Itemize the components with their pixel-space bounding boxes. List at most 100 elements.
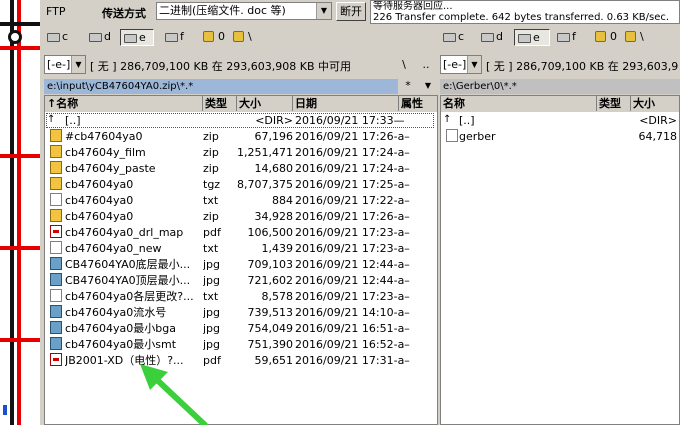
column-type[interactable]: 类型 [597,96,631,111]
file-date: 2016/09/21 17:24-a– [295,162,410,175]
drive-d-button[interactable]: d [478,29,512,46]
file-row[interactable]: cb47604ya0_drl_map pdf 106,500 2016/09/21 1… [45,225,437,241]
file-row[interactable]: cb47604ya0最小smt jpg 751,390 2016/09/21 16:5… [45,337,437,353]
file-row[interactable]: cb47604ya0_new txt 1,439 2016/09/21 17:23-a… [45,241,437,257]
left-file-list[interactable]: ↑名称 类型 大小 日期 属性 ↑ [..] <DIR> 2016/09/21 17:… [44,95,438,425]
file-row[interactable]: CB47604YA0底层最小... jpg 709,103 2016/09/21 12… [45,257,437,273]
drawing-line [0,22,40,26]
file-name: #cb47604ya0 [65,130,143,143]
pdf-file-icon [50,225,62,238]
transfer-mode-select[interactable]: 二进制(压缩文件. doc 等) ▼ [156,2,332,20]
file-size: <DIR> [639,114,677,127]
file-row[interactable]: cb47604ya0各层更改?... txt 8,578 2016/09/21 17:… [45,289,437,305]
drive-e-button[interactable]: e [514,29,550,46]
file-name: [..] [459,114,475,127]
file-row[interactable]: cb47604y_film zip 1,251,471 2016/09/21 17:2… [45,145,437,161]
file-size: 754,049 [247,322,294,335]
file-row[interactable]: cb47604ya0 zip 34,928 2016/09/21 17:26-a– [45,209,437,225]
chevron-down-icon[interactable]: ▼ [418,77,438,95]
drive-select[interactable]: [-e-] ▼ [44,55,86,74]
jpg-file-icon [50,337,62,350]
drive-select-value: [-e-] [443,58,467,71]
file-name: [..] [65,114,81,127]
drive-select[interactable]: [-e-] ▼ [440,55,482,74]
file-date: 2016/09/21 17:23-a– [295,242,410,255]
file-name: cb47604ya0最小smt [65,338,177,351]
drawing-mark [3,405,7,415]
zip-file-icon [50,145,62,158]
left-path-bar[interactable]: e:\input\yCB47604YA0.zip\*.* [44,79,398,94]
file-size: 8,707,375 [237,178,293,191]
file-type: txt [203,290,219,303]
column-size[interactable]: 大小 [631,96,679,111]
file-type: jpg [203,322,221,335]
jpg-file-icon [50,273,62,286]
drive-c-button[interactable]: c [440,29,472,46]
chevron-down-icon[interactable]: ▼ [71,56,85,73]
drive-c-button[interactable]: c [44,29,78,46]
root-button[interactable]: \ [394,56,414,74]
root-dir-button[interactable]: \ [622,29,650,46]
file-date: 2016/09/21 16:51-a– [295,322,410,335]
drive-label: 0 [218,30,225,43]
folder-icon [233,31,244,42]
file-row[interactable]: #cb47604ya0 zip 67,196 2016/09/21 17:26-a– [45,129,437,145]
drive-label: f [180,30,184,43]
file-date: 2016/09/21 17:31-a– [295,354,410,367]
drive-e-button[interactable]: e [120,29,154,46]
file-row[interactable]: ↑ [..] <DIR> 2016/09/21 17:33— [45,113,437,129]
file-row[interactable]: cb47604ya0 tgz 8,707,375 2016/09/21 17:25-a… [45,177,437,193]
drive-f-button[interactable]: f [554,29,588,46]
column-type[interactable]: 类型 [203,96,237,111]
drive-icon [481,33,494,42]
file-name: cb47604ya0流水号 [65,306,167,319]
file-size: <DIR> [255,114,293,127]
zip-file-icon [50,209,62,222]
file-row[interactable]: cb47604ya0最小bga jpg 754,049 2016/09/21 16:5… [45,321,437,337]
file-row[interactable]: ↑ [..] <DIR> [441,113,679,129]
file-size: 721,602 [247,274,294,287]
drive-network-button[interactable]: 0 [592,29,624,46]
parent-dir-icon: ↑ [47,114,56,125]
disconnect-button[interactable]: 断开 [336,2,366,21]
drive-network-button[interactable]: 0 [200,29,232,46]
file-date: 2016/09/21 17:22-a– [295,194,410,207]
drive-d-button[interactable]: d [86,29,120,46]
pdf-file-icon [50,353,62,366]
column-attr[interactable]: 属性 [399,96,437,111]
file-size: 64,718 [638,130,678,143]
chevron-down-icon[interactable]: ▼ [467,56,481,73]
file-row[interactable]: cb47604y_paste zip 14,680 2016/09/21 17:24-… [45,161,437,177]
column-date[interactable]: 日期 [293,96,399,111]
parent-button[interactable]: .. [416,56,436,74]
file-row[interactable]: gerber 64,718 [441,129,679,145]
filter-button[interactable]: * [398,77,418,95]
jpg-file-icon [50,257,62,270]
file-type: jpg [203,274,221,287]
ftp-log[interactable]: 等待服务器回应... 226 Transfer complete. 642 by… [370,0,680,24]
file-name: JB2001-XD（电性）?... [65,354,184,367]
zip-file-icon [50,129,62,142]
right-path-bar[interactable]: e:\Gerber\0\*.* [440,79,680,94]
column-size[interactable]: 大小 [237,96,293,111]
drive-label: e [533,31,540,44]
root-dir-button[interactable]: \ [230,29,258,46]
drive-f-button[interactable]: f [162,29,196,46]
file-size: 14,680 [254,162,294,175]
jpg-file-icon [50,305,62,318]
drive-label: c [62,30,69,43]
file-row[interactable]: cb47604ya0流水号 jpg 739,513 2016/09/21 14:10-… [45,305,437,321]
file-size: 106,500 [247,226,294,239]
file-row[interactable]: CB47604YA0顶层最小... jpg 721,602 2016/09/21 12… [45,273,437,289]
file-row[interactable]: cb47604ya0 txt 884 2016/09/21 17:22-a– [45,193,437,209]
file-row[interactable]: JB2001-XD（电性）?... pdf 59,651 2016/09/21 17:… [45,353,437,369]
chevron-down-icon[interactable]: ▼ [316,3,331,19]
file-type: pdf [203,226,221,239]
file-date: 2016/09/21 17:25-a– [295,178,410,191]
root-label: \ [248,30,252,43]
file-type: zip [203,210,219,223]
column-name[interactable]: 名称 [441,96,597,111]
file-type: zip [203,146,219,159]
column-name[interactable]: ↑名称 [45,96,203,111]
right-file-list[interactable]: 名称 类型 大小 ↑ [..] <DIR> gerber 64,718 [440,95,680,425]
